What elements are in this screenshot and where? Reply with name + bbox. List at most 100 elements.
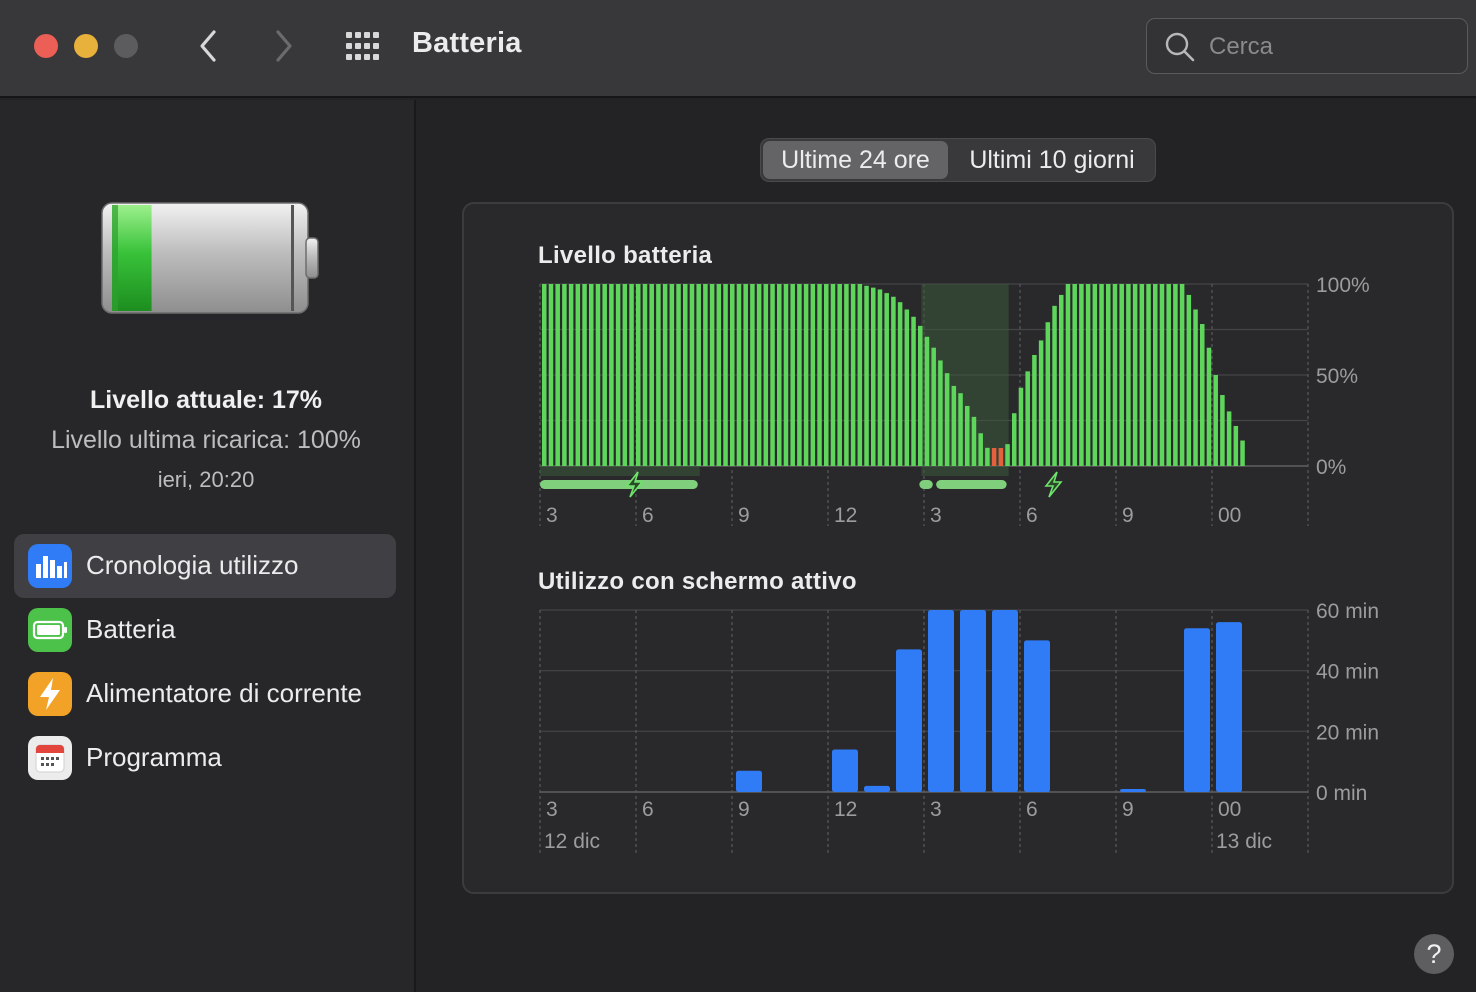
zoom-window-button[interactable] xyxy=(114,34,138,58)
tab-last-10-days[interactable]: Ultimi 10 giorni xyxy=(951,141,1153,179)
x-tick-label: 9 xyxy=(738,798,750,821)
date-label: 13 dic xyxy=(1216,830,1272,853)
minimize-window-button[interactable] xyxy=(74,34,98,58)
battery-bar xyxy=(1012,413,1017,466)
title-bar: Batteria Cerca xyxy=(0,0,1476,98)
x-tick-label: 3 xyxy=(546,504,558,527)
battery-bar xyxy=(824,284,829,466)
battery-bar xyxy=(911,316,916,466)
battery-bar xyxy=(703,284,708,466)
battery-bar xyxy=(1233,425,1239,466)
x-tick-label: 12 xyxy=(834,798,857,821)
battery-bar xyxy=(1179,284,1185,466)
x-tick-label: 00 xyxy=(1218,504,1241,527)
sidebar-item-label: Programma xyxy=(86,742,222,772)
battery-bar xyxy=(1119,284,1124,466)
forward-arrow-icon[interactable] xyxy=(268,26,298,66)
search-placeholder: Cerca xyxy=(1209,33,1274,60)
battery-bar xyxy=(575,284,581,466)
y-tick-label: 50% xyxy=(1316,365,1358,388)
battery-bar xyxy=(803,284,809,466)
usage-bar xyxy=(1184,628,1210,792)
sidebar-item-power-adapter[interactable]: Alimentatore di corrente xyxy=(14,662,396,726)
y-tick-label: 0 min xyxy=(1316,782,1367,805)
search-field[interactable]: Cerca xyxy=(1146,18,1468,74)
battery-bar xyxy=(904,309,910,466)
battery-bar xyxy=(1226,411,1232,466)
battery-bar xyxy=(1045,322,1051,466)
battery-bar xyxy=(884,293,889,466)
sidebar-item-label: Cronologia utilizzo xyxy=(86,550,299,580)
battery-bar xyxy=(756,284,762,466)
battery-bar xyxy=(589,284,594,466)
x-tick-label: 3 xyxy=(930,504,942,527)
calendar-icon xyxy=(28,736,72,780)
battery-bar xyxy=(683,284,688,466)
battery-bar xyxy=(1018,387,1024,466)
battery-bar xyxy=(897,302,903,466)
battery-bar xyxy=(1200,324,1205,466)
x-tick-label: 9 xyxy=(1122,798,1134,821)
charging-indicator xyxy=(919,480,933,489)
battery-bar xyxy=(609,284,614,466)
usage-bar xyxy=(736,770,762,792)
battery-bar xyxy=(689,284,695,466)
battery-bar xyxy=(770,284,775,466)
battery-bar xyxy=(555,284,560,466)
charging-indicator xyxy=(540,480,698,489)
sidebar-item-battery[interactable]: Batteria xyxy=(14,598,396,662)
battery-bar xyxy=(1072,284,1077,466)
battery-bar xyxy=(1112,284,1118,466)
battery-bar xyxy=(857,284,863,466)
battery-bar xyxy=(837,284,842,466)
battery-bar xyxy=(1139,284,1145,466)
close-window-button[interactable] xyxy=(34,34,58,58)
search-icon xyxy=(1165,32,1195,62)
battery-bar xyxy=(709,284,715,466)
usage-bar xyxy=(832,749,858,792)
battery-bar xyxy=(924,336,930,466)
battery-bar xyxy=(1240,440,1245,466)
current-level-text: Livello attuale: 17% xyxy=(89,386,323,414)
back-arrow-icon[interactable] xyxy=(194,26,224,66)
battery-level-icon xyxy=(101,202,319,314)
show-all-grid-icon[interactable] xyxy=(344,30,384,62)
sidebar-item-schedule[interactable]: Programma xyxy=(14,726,396,790)
y-tick-label: 60 min xyxy=(1316,600,1379,623)
tab-last-24-hours[interactable]: Ultime 24 ore xyxy=(763,141,948,179)
x-tick-label: 6 xyxy=(1026,798,1038,821)
x-tick-label: 3 xyxy=(930,798,942,821)
battery-bar xyxy=(582,284,587,466)
battery-bar xyxy=(542,284,547,466)
battery-bar xyxy=(931,347,936,466)
battery-bar xyxy=(1193,309,1198,466)
battery-bar xyxy=(615,284,621,466)
battery-bar xyxy=(1005,444,1010,466)
battery-bar xyxy=(730,284,735,466)
battery-bar xyxy=(991,448,997,466)
help-button[interactable]: ? xyxy=(1414,934,1454,974)
battery-bar xyxy=(850,284,856,466)
usage-bar xyxy=(928,610,954,792)
battery-bar xyxy=(595,284,601,466)
battery-bar xyxy=(1059,294,1064,466)
charging-indicator xyxy=(936,480,1007,489)
usage-bar xyxy=(1024,640,1050,792)
battery-bar xyxy=(1085,284,1091,466)
battery-bar xyxy=(1173,284,1178,466)
x-tick-label: 6 xyxy=(642,504,654,527)
sidebar-item-usage-history[interactable]: Cronologia utilizzo xyxy=(14,534,396,598)
battery-bar xyxy=(978,433,983,466)
battery-bar xyxy=(971,416,977,466)
battery-bar xyxy=(1166,284,1171,466)
battery-bar xyxy=(716,284,722,466)
battery-bar xyxy=(763,284,769,466)
battery-bar xyxy=(830,284,836,466)
lightning-icon xyxy=(28,672,72,716)
battery-bar xyxy=(998,448,1004,466)
battery-bar xyxy=(669,284,675,466)
charging-shade xyxy=(540,466,700,476)
battery-bar xyxy=(1032,354,1037,466)
battery-bar xyxy=(871,287,876,466)
battery-bar xyxy=(877,289,883,466)
